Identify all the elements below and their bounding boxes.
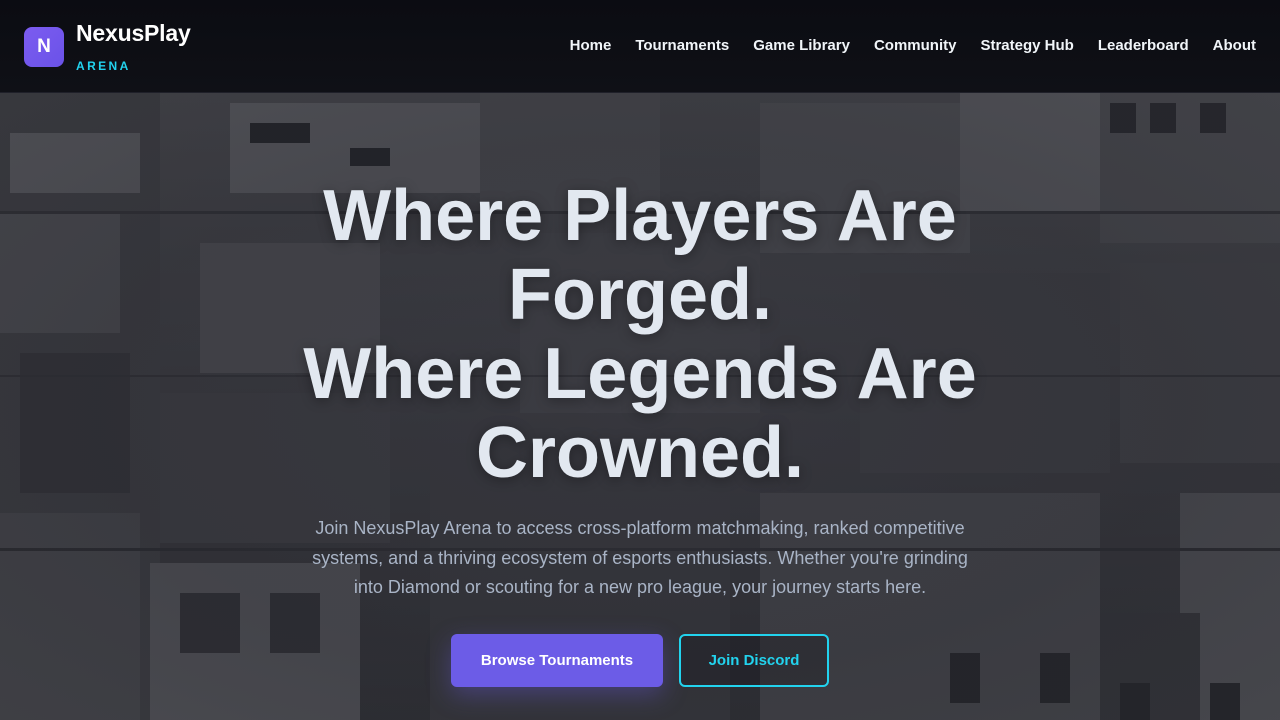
hero-description: Join NexusPlay Arena to access cross-pla… <box>312 518 968 597</box>
hero-title-line: Forged. <box>508 255 772 335</box>
hero-title-line: Crowned. <box>475 413 804 493</box>
nav-item-strategy-hub[interactable]: Strategy Hub <box>980 37 1073 54</box>
hero-title: Where Players Are Forged. Where Legends … <box>240 177 1040 493</box>
nav-item-home[interactable]: Home <box>570 37 612 54</box>
main-nav: Home Tournaments Game Library Community … <box>570 37 1256 54</box>
join-discord-button[interactable]: Join Discord <box>679 634 829 687</box>
hero-title-line: Where Legends Are <box>303 334 977 414</box>
brand-name[interactable]: NexusPlay <box>76 20 191 47</box>
nav-item-tournaments[interactable]: Tournaments <box>635 37 729 54</box>
logo-icon[interactable]: N <box>24 27 64 67</box>
brand-subtitle: ARENA <box>76 59 131 73</box>
hero-content: Where Players Are Forged. Where Legends … <box>0 93 1280 720</box>
nav-item-leaderboard[interactable]: Leaderboard <box>1098 37 1189 54</box>
nav-item-game-library[interactable]: Game Library <box>753 37 850 54</box>
nav-item-community[interactable]: Community <box>874 37 957 54</box>
nav-item-about[interactable]: About <box>1213 37 1256 54</box>
hero-section: Where Players Are Forged. Where Legends … <box>0 93 1280 720</box>
browse-tournaments-button[interactable]: Browse Tournaments <box>451 634 663 687</box>
hero-title-line: Where Players Are <box>323 176 957 256</box>
site-header: N NexusPlay ARENA Home Tournaments Game … <box>0 0 1280 93</box>
